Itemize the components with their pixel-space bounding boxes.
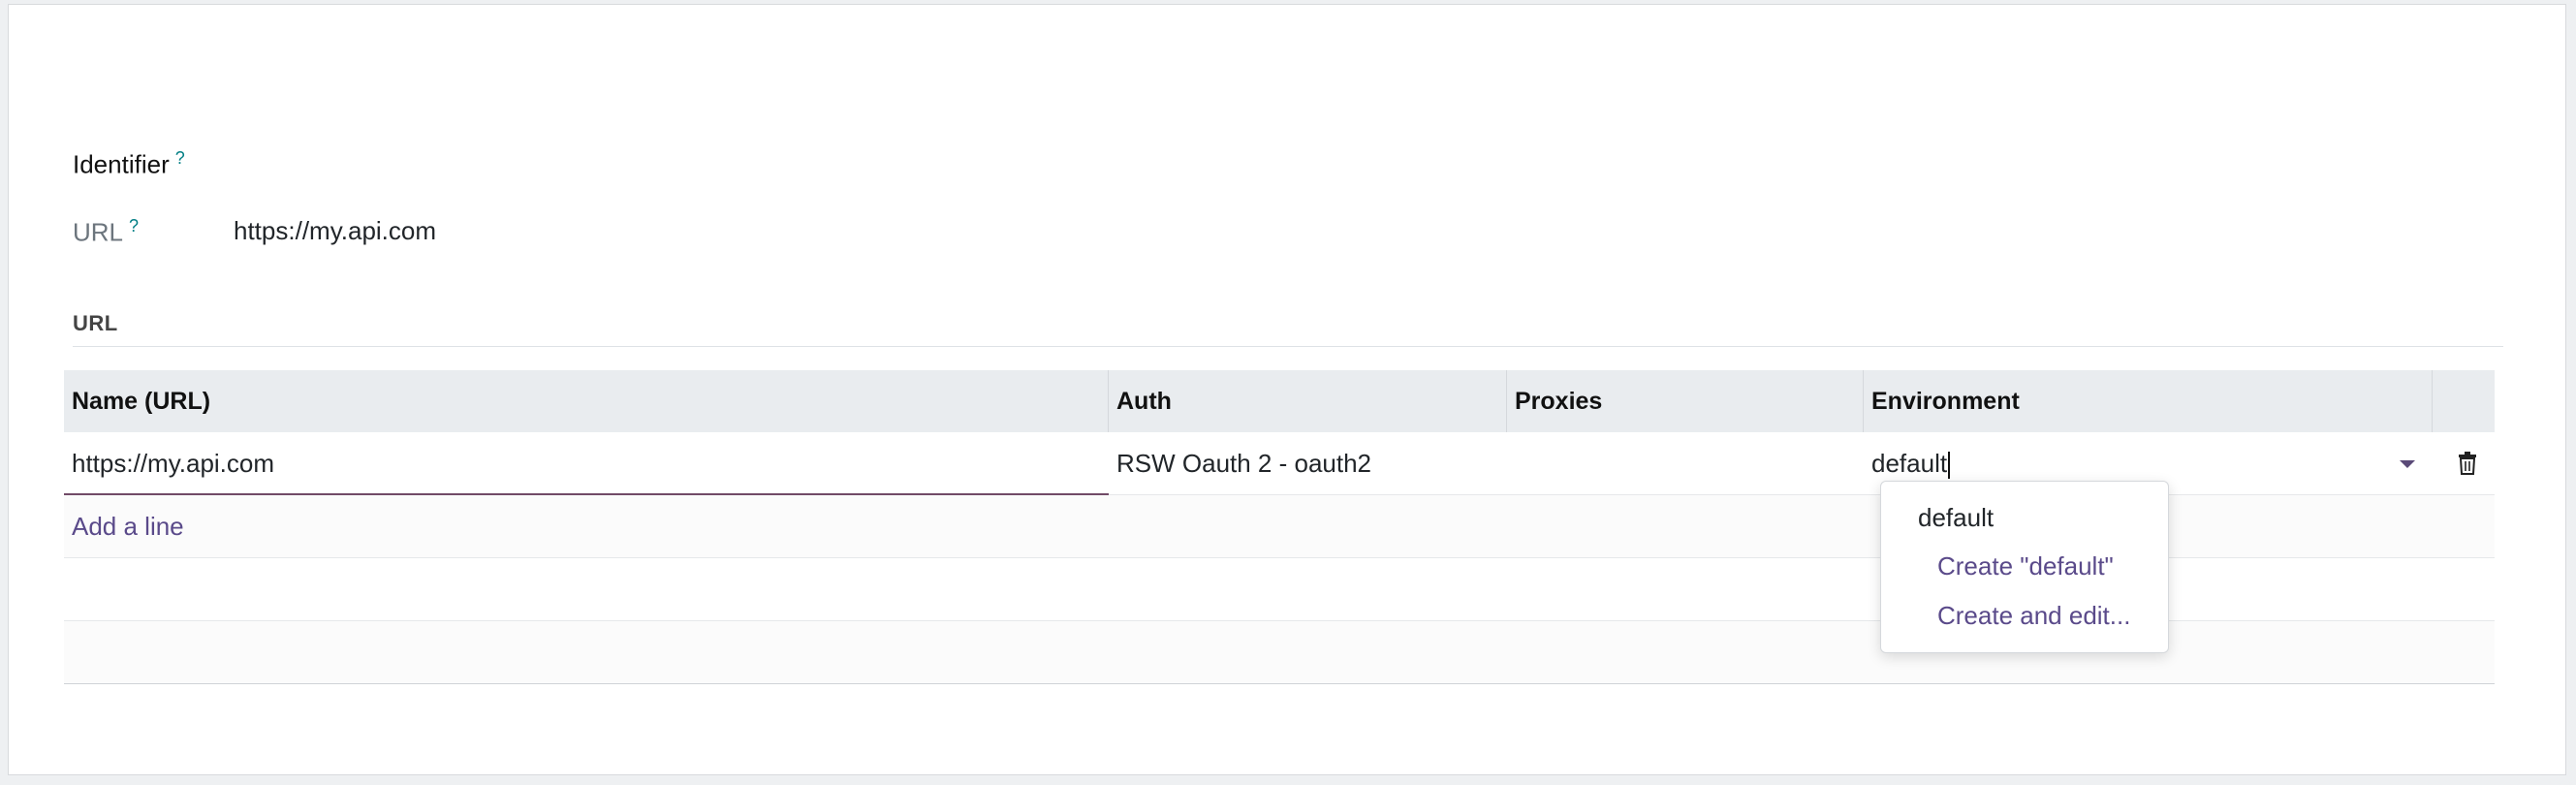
url-field-value[interactable]: https://my.api.com — [234, 216, 436, 246]
environment-dropdown: default Create "default" Create and edit… — [1880, 481, 2169, 653]
trash-icon — [2459, 452, 2476, 475]
text-caret — [1948, 452, 1951, 480]
column-header-proxies[interactable]: Proxies — [1507, 370, 1864, 432]
table-header: Name (URL) Auth Proxies Environment — [64, 370, 2495, 432]
column-header-auth[interactable]: Auth — [1109, 370, 1507, 432]
dropdown-create-option[interactable]: Create "default" — [1937, 551, 2114, 581]
url-help-icon[interactable]: ? — [129, 216, 139, 236]
column-header-name[interactable]: Name (URL) — [64, 370, 1109, 432]
column-header-actions — [2433, 370, 2495, 432]
dropdown-option-default[interactable]: default — [1918, 503, 1994, 533]
dropdown-create-edit-option[interactable]: Create and edit... — [1937, 601, 2130, 631]
section-title: URL — [73, 311, 2503, 347]
add-line-link[interactable]: Add a line — [64, 495, 184, 557]
chevron-down-icon[interactable] — [2400, 460, 2415, 468]
identifier-heading: Identifier? — [73, 148, 185, 180]
identifier-help-icon[interactable]: ? — [175, 148, 185, 168]
delete-row-button[interactable] — [2433, 432, 2495, 494]
column-header-environment[interactable]: Environment — [1864, 370, 2433, 432]
environment-input-value: default — [1871, 449, 1948, 478]
proxies-cell[interactable] — [1507, 432, 1864, 494]
name-input[interactable]: https://my.api.com — [64, 432, 1109, 495]
auth-cell[interactable]: RSW Oauth 2 - oauth2 — [1109, 432, 1507, 494]
url-field-label: URL? — [73, 216, 140, 247]
identifier-label: Identifier — [73, 149, 170, 179]
